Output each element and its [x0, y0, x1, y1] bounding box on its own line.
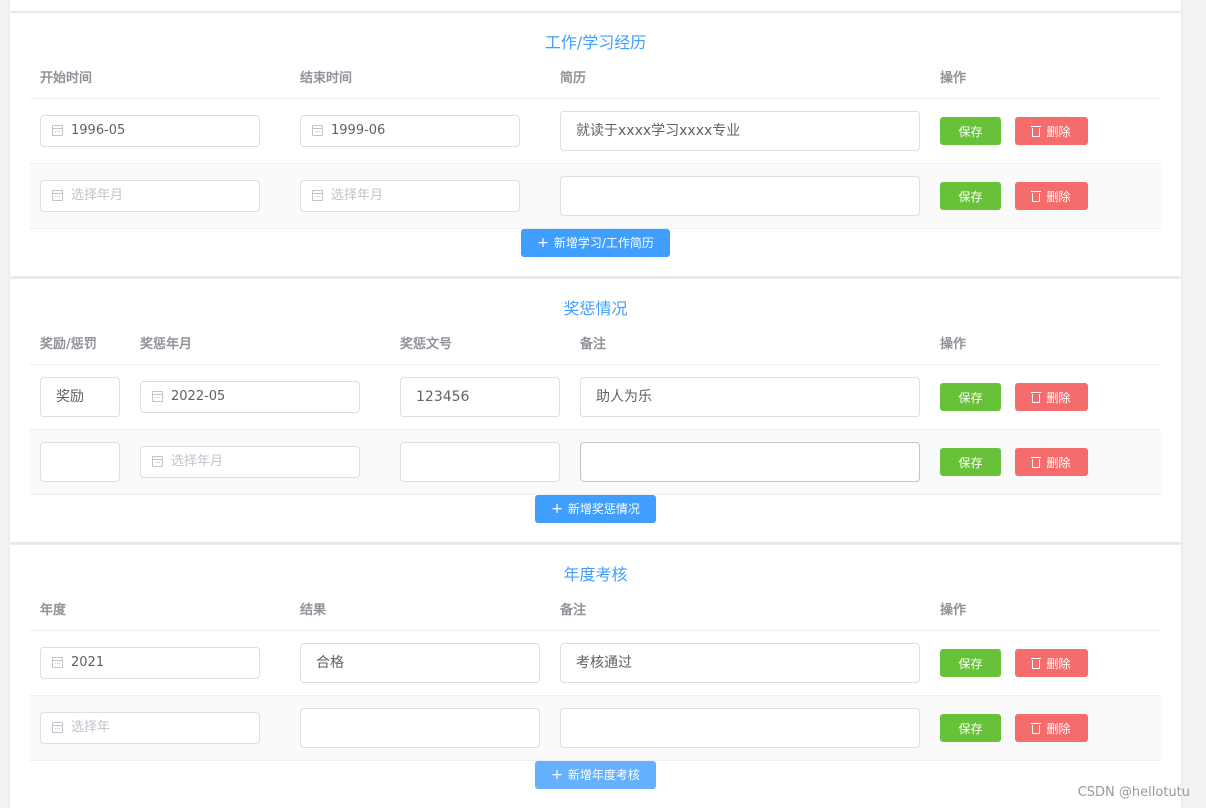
header-end-time: 结束时间 [300, 71, 353, 86]
remark-input[interactable]: 考核通过 [560, 643, 920, 683]
header-actions: 操作 [940, 603, 967, 618]
watermark: CSDN @hellotutu [1077, 785, 1190, 800]
header-start-time: 开始时间 [40, 71, 93, 86]
reward-punishment-table: 奖励/惩罚 奖惩年月 奖惩文号 备注 操作 奖励 2022-05 123456 … [30, 327, 1161, 495]
resume-input[interactable] [560, 176, 920, 216]
table-row: 选择年 保存 删除 [30, 696, 1161, 761]
add-annual-review-button[interactable]: + 新增年度考核 [535, 761, 656, 789]
table-header: 年度 结果 备注 操作 [30, 593, 1161, 631]
plus-icon: + [537, 235, 549, 251]
delete-button[interactable]: 删除 [1015, 448, 1088, 476]
calendar-icon [312, 190, 323, 201]
trash-icon [1031, 191, 1042, 202]
save-button[interactable]: 保存 [940, 117, 1001, 145]
year-picker[interactable]: 2021 [40, 647, 260, 679]
table-row: 选择年月 保存 删除 [30, 430, 1161, 495]
reward-punishment-card: 奖惩情况 奖励/惩罚 奖惩年月 奖惩文号 备注 操作 奖励 2022-05 12… [10, 279, 1181, 542]
calendar-icon [152, 391, 163, 402]
delete-button[interactable]: 删除 [1015, 117, 1088, 145]
table-row: 1996-05 1999-06 就读于xxxx学习xxxx专业 保存 删除 [30, 99, 1161, 164]
reward-date-picker[interactable]: 2022-05 [140, 381, 360, 413]
work-history-card: 工作/学习经历 开始时间 结束时间 简历 操作 1996-05 1999-06 … [10, 13, 1181, 276]
save-button[interactable]: 保存 [940, 714, 1001, 742]
remark-input[interactable]: 助人为乐 [580, 377, 920, 417]
annual-review-title: 年度考核 [563, 565, 628, 584]
calendar-icon [52, 657, 63, 668]
trash-icon [1031, 126, 1042, 137]
annual-review-table: 年度 结果 备注 操作 2021 合格 考核通过 保存 删除 选择年 保存 删除 [30, 593, 1161, 761]
type-input[interactable]: 奖励 [40, 377, 120, 417]
end-date-picker[interactable]: 1999-06 [300, 115, 520, 147]
delete-button[interactable]: 删除 [1015, 383, 1088, 411]
reward-date-picker[interactable]: 选择年月 [140, 446, 360, 478]
header-resume: 简历 [560, 71, 587, 86]
delete-button[interactable]: 删除 [1015, 714, 1088, 742]
table-header: 开始时间 结束时间 简历 操作 [30, 61, 1161, 99]
trash-icon [1031, 658, 1042, 669]
header-remark: 备注 [580, 337, 607, 352]
delete-button[interactable]: 删除 [1015, 182, 1088, 210]
save-button[interactable]: 保存 [940, 649, 1001, 677]
header-actions: 操作 [940, 337, 967, 352]
result-input[interactable]: 合格 [300, 643, 540, 683]
header-result: 结果 [300, 603, 327, 618]
header-year: 年度 [40, 603, 67, 618]
table-row: 2021 合格 考核通过 保存 删除 [30, 631, 1161, 696]
save-button[interactable]: 保存 [940, 383, 1001, 411]
table-row: 奖励 2022-05 123456 助人为乐 保存 删除 [30, 365, 1161, 430]
calendar-icon [52, 125, 63, 136]
work-history-table: 开始时间 结束时间 简历 操作 1996-05 1999-06 就读于xxxx学… [30, 61, 1161, 229]
start-date-picker[interactable]: 1996-05 [40, 115, 260, 147]
header-remark: 备注 [560, 603, 587, 618]
calendar-icon [52, 190, 63, 201]
table-header: 奖励/惩罚 奖惩年月 奖惩文号 备注 操作 [30, 327, 1161, 365]
doc-no-input[interactable] [400, 442, 560, 482]
resume-input[interactable]: 就读于xxxx学习xxxx专业 [560, 111, 920, 151]
add-work-history-button[interactable]: + 新增学习/工作简历 [521, 229, 670, 257]
start-date-picker[interactable]: 选择年月 [40, 180, 260, 212]
calendar-icon [52, 722, 63, 733]
result-input[interactable] [300, 708, 540, 748]
annual-review-card: 年度考核 年度 结果 备注 操作 2021 合格 考核通过 保存 删除 选择年 … [10, 545, 1181, 808]
plus-icon: + [551, 767, 563, 783]
work-history-title: 工作/学习经历 [544, 33, 647, 52]
save-button[interactable]: 保存 [940, 448, 1001, 476]
add-reward-punishment-button[interactable]: + 新增奖惩情况 [535, 495, 656, 523]
doc-no-input[interactable]: 123456 [400, 377, 560, 417]
table-row: 选择年月 选择年月 保存 删除 [30, 164, 1161, 229]
plus-icon: + [551, 501, 563, 517]
previous-card-edge [10, 0, 1181, 11]
type-input[interactable] [40, 442, 120, 482]
trash-icon [1031, 723, 1042, 734]
remark-input[interactable] [580, 442, 920, 482]
header-actions: 操作 [940, 71, 967, 86]
header-doc-no: 奖惩文号 [400, 337, 453, 352]
trash-icon [1031, 392, 1042, 403]
header-type: 奖励/惩罚 [40, 337, 97, 352]
calendar-icon [312, 125, 323, 136]
reward-punishment-title: 奖惩情况 [563, 299, 628, 318]
remark-input[interactable] [560, 708, 920, 748]
save-button[interactable]: 保存 [940, 182, 1001, 210]
header-date: 奖惩年月 [140, 337, 193, 352]
calendar-icon [152, 456, 163, 467]
end-date-picker[interactable]: 选择年月 [300, 180, 520, 212]
trash-icon [1031, 457, 1042, 468]
year-picker[interactable]: 选择年 [40, 712, 260, 744]
delete-button[interactable]: 删除 [1015, 649, 1088, 677]
